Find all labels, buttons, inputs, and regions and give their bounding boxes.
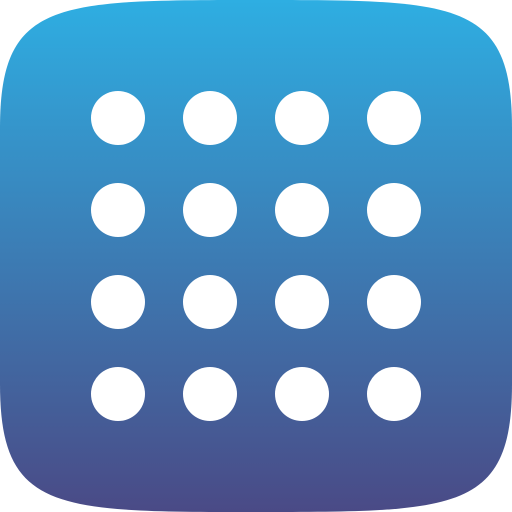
grid-dot [275, 275, 329, 329]
grid-dot [183, 183, 237, 237]
grid-dot [367, 367, 421, 421]
app-icon-container [0, 0, 512, 512]
grid-dot [367, 91, 421, 145]
dot-grid-icon[interactable] [0, 0, 512, 512]
grid-dot [183, 275, 237, 329]
grid-dot [367, 183, 421, 237]
grid-dot [275, 367, 329, 421]
grid-dot [275, 91, 329, 145]
grid-dot [275, 183, 329, 237]
grid-dot [91, 367, 145, 421]
grid-dot [183, 367, 237, 421]
grid-dot [367, 275, 421, 329]
icon-background [0, 0, 512, 512]
grid-dot [91, 183, 145, 237]
grid-dot [91, 91, 145, 145]
grid-dot [183, 91, 237, 145]
grid-dot [91, 275, 145, 329]
